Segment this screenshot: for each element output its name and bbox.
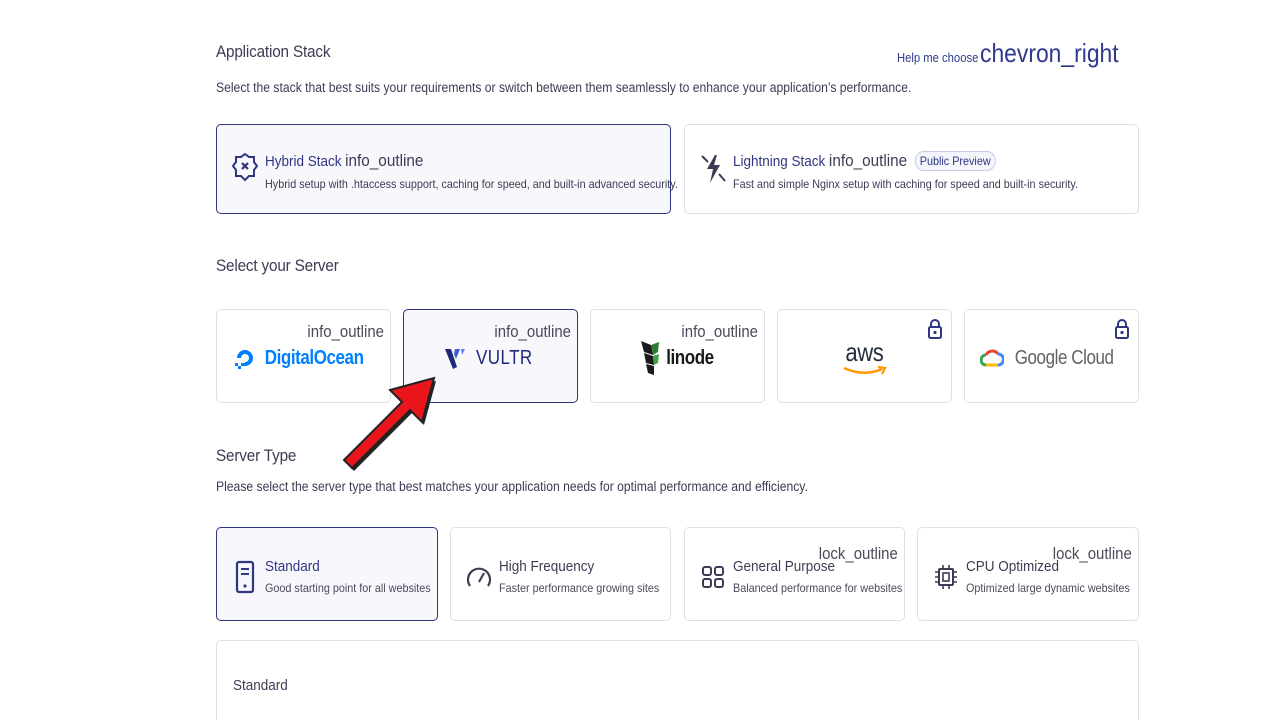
server-linode[interactable]: info_outline linode bbox=[590, 309, 765, 403]
info-outline-icon[interactable]: info_outline bbox=[345, 151, 423, 171]
lightning-stack-card[interactable]: Lightning Stack info_outline Public Prev… bbox=[684, 124, 1139, 214]
provider-name: Google Cloud bbox=[1015, 346, 1114, 369]
aws-logo: aws bbox=[778, 338, 951, 378]
info-outline-icon[interactable]: info_outline bbox=[829, 151, 907, 171]
chevron-right-icon: chevron_right bbox=[980, 38, 1120, 68]
plan-panel: Standard bbox=[216, 640, 1139, 720]
linode-icon bbox=[640, 341, 659, 375]
application-stack-description: Select the stack that best suits your re… bbox=[216, 80, 912, 95]
speedometer-icon bbox=[466, 567, 492, 587]
provider-name: aws bbox=[845, 337, 884, 367]
help-me-choose-label: Help me choose bbox=[897, 51, 979, 65]
help-me-choose-link[interactable]: Help me choose chevron_right bbox=[888, 38, 1138, 69]
select-server-title: Select your Server bbox=[216, 256, 339, 275]
server-type-name: Standard bbox=[265, 558, 320, 575]
lock-icon bbox=[1115, 319, 1129, 339]
lightning-icon bbox=[701, 155, 726, 183]
server-icon bbox=[235, 560, 255, 594]
google-cloud-icon bbox=[980, 349, 1005, 367]
stack-name: Hybrid Stack bbox=[265, 152, 342, 170]
provider-name: linode bbox=[665, 346, 714, 369]
server-aws[interactable]: aws bbox=[777, 309, 952, 403]
google-cloud-logo: Google Cloud bbox=[965, 338, 1138, 378]
red-arrow-annotation bbox=[342, 376, 436, 471]
server-type-name: CPU Optimized bbox=[966, 558, 1060, 575]
linode-logo: linode bbox=[591, 338, 764, 378]
server-type-name: High Frequency bbox=[499, 558, 595, 575]
server-type-title: Server Type bbox=[216, 446, 297, 465]
server-type-desc: Good starting point for all websites bbox=[265, 581, 431, 595]
plan-label: Standard bbox=[233, 677, 288, 694]
server-type-cpu-optimized[interactable]: lock_outline CPU Optimized Optimized lar… bbox=[917, 527, 1139, 621]
server-type-name: General Purpose bbox=[733, 558, 836, 575]
server-type-description: Please select the server type that best … bbox=[216, 479, 808, 494]
stack-description: Hybrid setup with .htaccess support, cac… bbox=[265, 177, 678, 191]
hybrid-stack-card[interactable]: Hybrid Stack info_outline Hybrid setup w… bbox=[216, 124, 678, 214]
lock-outline-icon: lock_outline bbox=[1052, 544, 1132, 563]
hybrid-stack-icon bbox=[231, 152, 259, 182]
digitalocean-icon bbox=[235, 350, 254, 369]
application-stack-title: Application Stack bbox=[216, 42, 331, 61]
public-preview-badge: Public Preview bbox=[914, 151, 997, 171]
cpu-icon bbox=[935, 565, 957, 589]
server-type-desc: Optimized large dynamic websites bbox=[966, 581, 1130, 595]
server-type-high-frequency[interactable]: High Frequency Faster performance growin… bbox=[450, 527, 671, 621]
server-type-desc: Faster performance growing sites bbox=[499, 581, 660, 595]
server-google-cloud[interactable]: Google Cloud bbox=[964, 309, 1139, 403]
server-type-desc: Balanced performance for websites bbox=[733, 581, 903, 595]
stack-description: Fast and simple Nginx setup with caching… bbox=[733, 177, 1078, 191]
grid-icon bbox=[702, 566, 724, 588]
provider-name: VULTR bbox=[476, 346, 533, 369]
server-type-standard[interactable]: Standard Good starting point for all web… bbox=[216, 527, 438, 621]
lock-icon bbox=[928, 319, 942, 339]
server-type-general-purpose[interactable]: lock_outline General Purpose Balanced pe… bbox=[684, 527, 905, 621]
stack-name: Lightning Stack bbox=[733, 152, 826, 170]
